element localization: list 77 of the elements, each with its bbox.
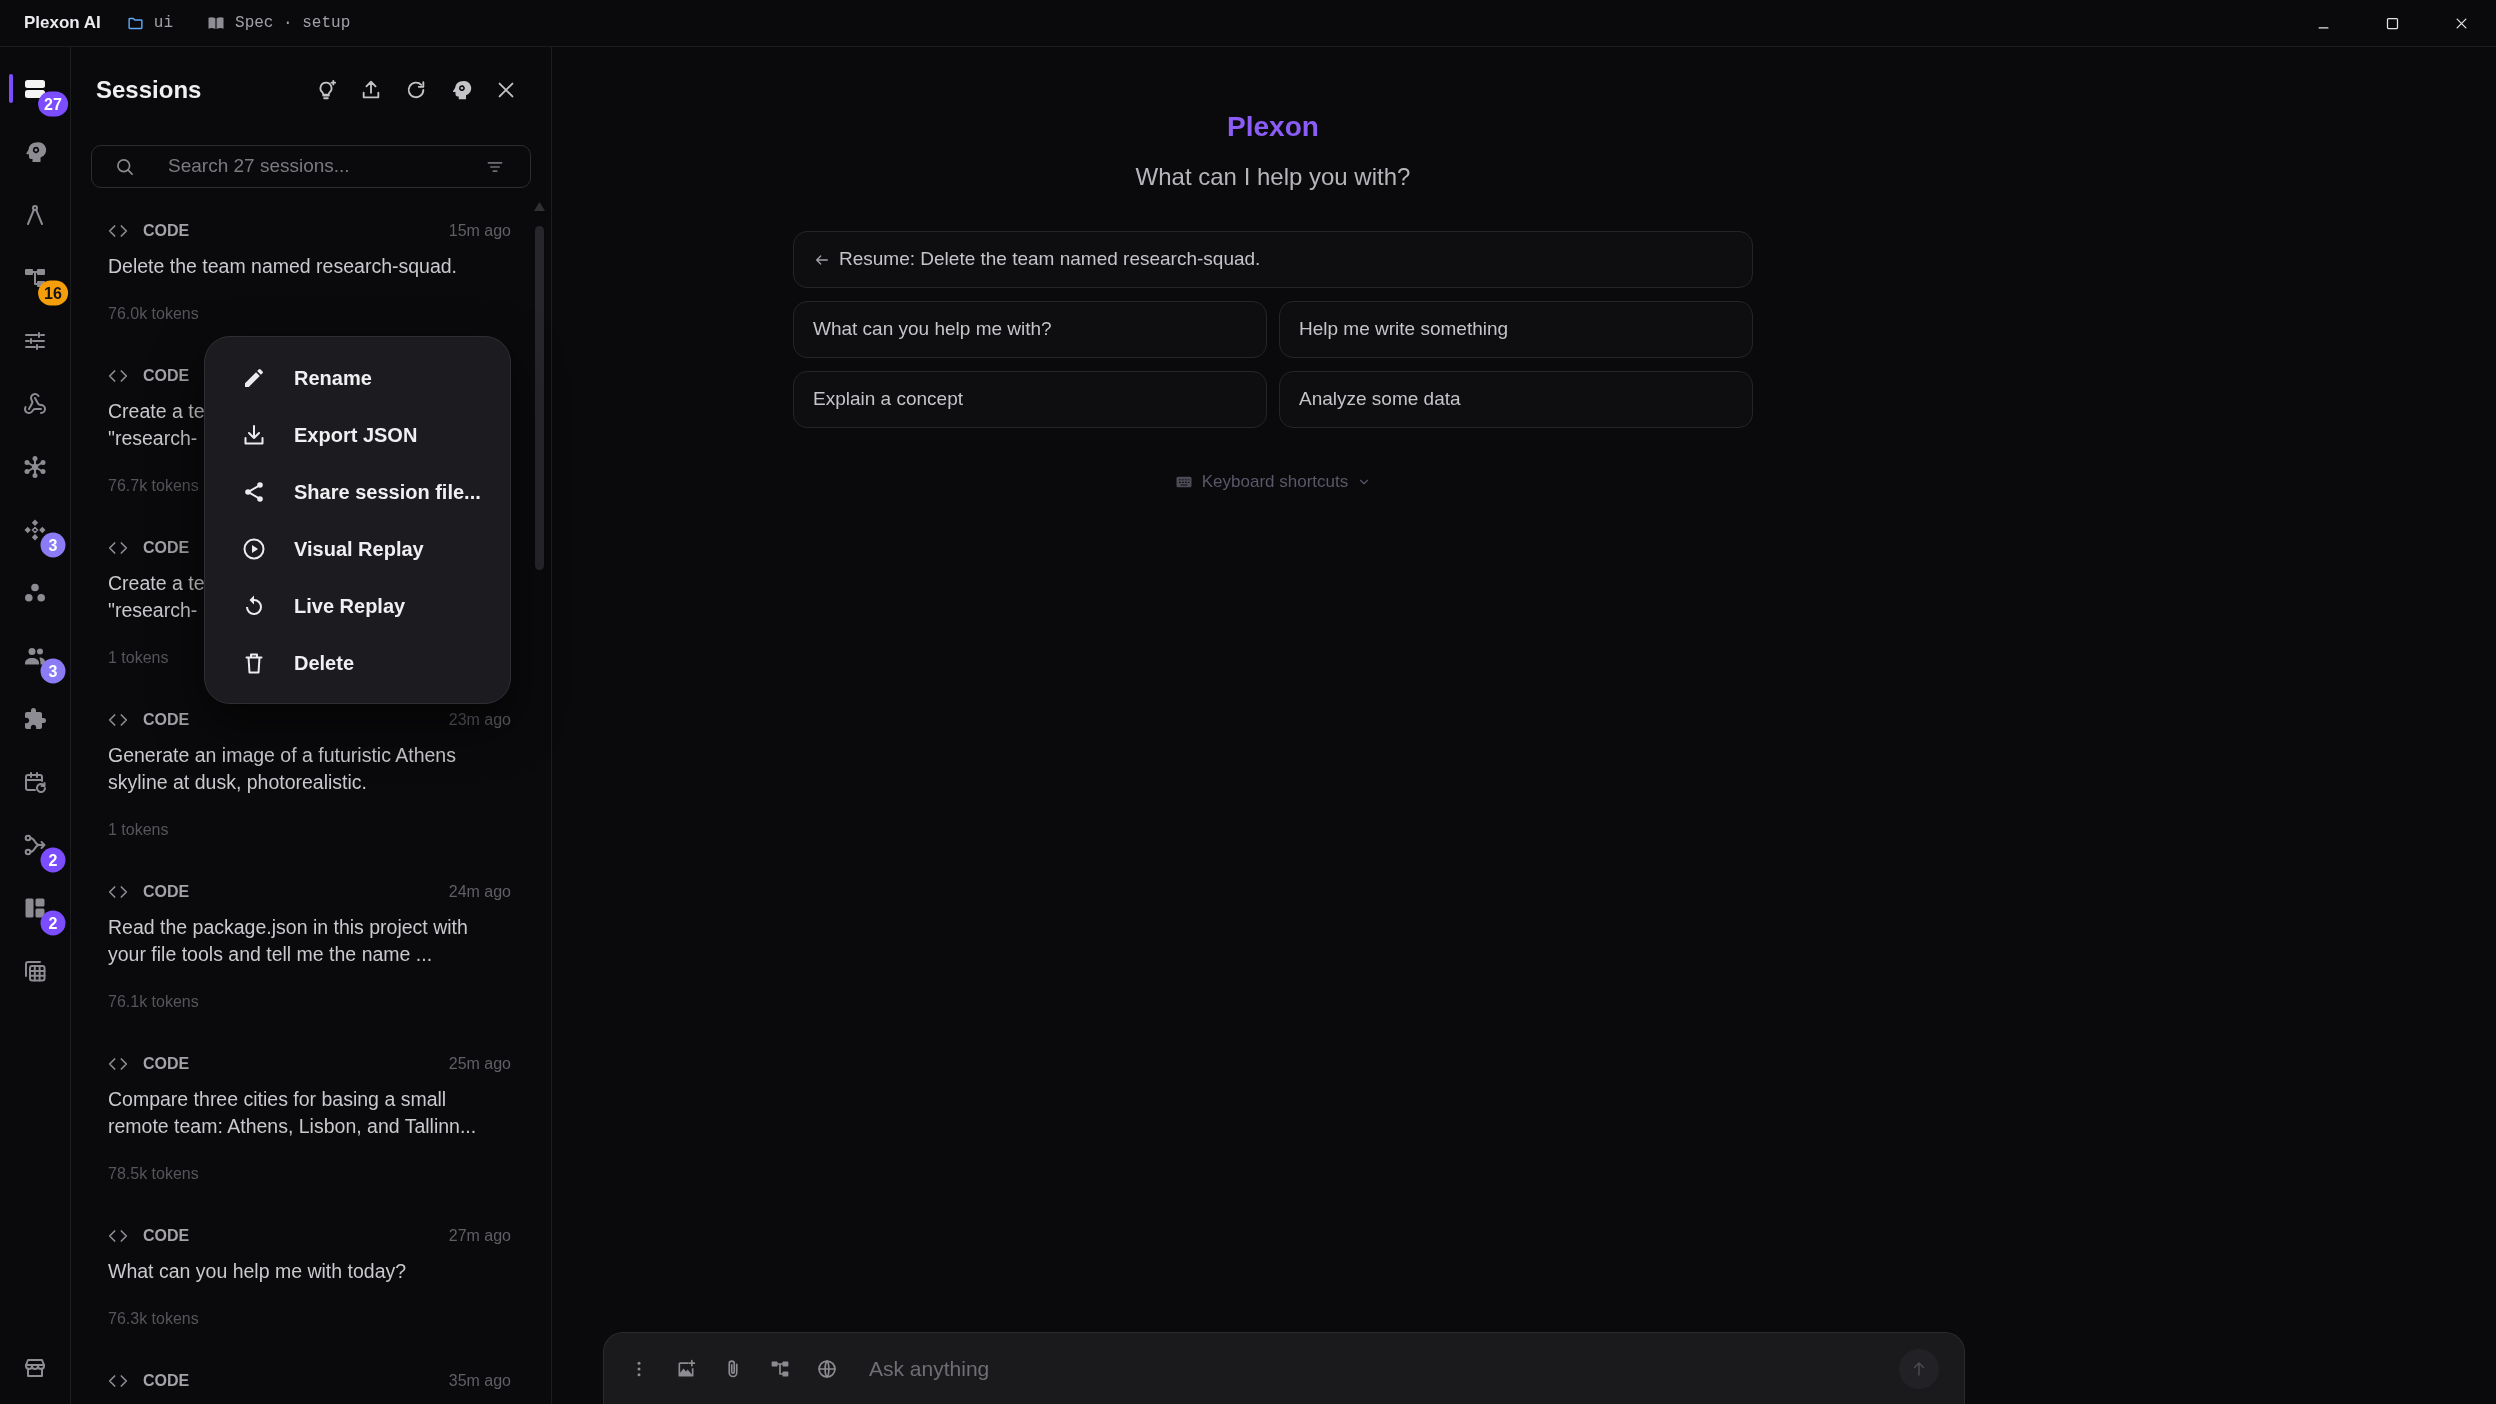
- table-icon[interactable]: [23, 958, 47, 983]
- play-circle-icon: [242, 536, 266, 561]
- open-book-icon: [207, 14, 226, 32]
- token-count: 76.3k tokens: [108, 1309, 199, 1329]
- token-count: 1 tokens: [108, 820, 169, 840]
- session-type-label: CODE: [143, 710, 190, 730]
- session-title[interactable]: Create a te: [108, 398, 205, 425]
- share-icon: [242, 479, 266, 504]
- session-title[interactable]: What can you help me with today?: [108, 1258, 511, 1285]
- globe-icon[interactable]: [817, 1358, 837, 1379]
- session-type-label: CODE: [143, 366, 190, 386]
- count-badge: 3: [40, 532, 66, 558]
- suggestion-button[interactable]: Analyze some data: [1279, 371, 1753, 428]
- session-type-label: CODE: [143, 221, 190, 241]
- token-count: 76.1k tokens: [108, 992, 199, 1012]
- session-type-label: CODE: [143, 1371, 190, 1391]
- upload-icon[interactable]: [360, 79, 382, 101]
- count-badge: 2: [40, 910, 66, 936]
- message-composer[interactable]: Ask anything: [603, 1332, 1965, 1404]
- search-icon: [115, 156, 135, 177]
- menu-item[interactable]: Export JSON: [205, 406, 510, 463]
- session-title[interactable]: Create a te: [108, 570, 205, 597]
- session-type-label: CODE: [143, 538, 190, 558]
- head-profile-icon[interactable]: [23, 139, 47, 164]
- diamond-dots-icon[interactable]: [23, 517, 47, 542]
- menu-item[interactable]: Share session file...: [205, 463, 510, 520]
- menu-item[interactable]: Delete: [205, 634, 510, 691]
- session-type-label: CODE: [143, 1226, 190, 1246]
- greeting-subtitle: What can I help you with?: [1135, 162, 1411, 192]
- puzzle-icon[interactable]: [23, 706, 47, 731]
- count-badge: 16: [38, 280, 68, 306]
- session-title[interactable]: "research-: [108, 425, 198, 452]
- session-time: 23m ago: [448, 710, 511, 730]
- count-badge: 3: [40, 658, 66, 684]
- session-title[interactable]: Read the package.json in this project with your file tools and tell me the name ...: [108, 914, 511, 968]
- network-hub-icon[interactable]: [23, 454, 47, 479]
- menu-item[interactable]: Live Replay: [205, 577, 510, 634]
- panel-title: Sessions: [96, 75, 202, 105]
- token-count: 1 tokens: [108, 648, 169, 668]
- suggestion-button[interactable]: Explain a concept: [793, 371, 1267, 428]
- session-time: 15m ago: [448, 221, 511, 241]
- session-time: 25m ago: [448, 1054, 511, 1074]
- session-time: 35m ago: [448, 1371, 511, 1391]
- document-name: Spec · setup: [235, 13, 351, 34]
- download-tray-icon: [242, 422, 266, 447]
- session-title[interactable]: Delete the team named research-squad.: [108, 253, 511, 280]
- menu-item[interactable]: Visual Replay: [205, 520, 510, 577]
- token-count: 76.0k tokens: [108, 304, 199, 324]
- app-title: Plexon AI: [24, 12, 101, 35]
- suggestion-button[interactable]: What can you help me with?: [793, 301, 1267, 358]
- token-count: 76.7k tokens: [108, 476, 199, 496]
- head-profile-icon[interactable]: [450, 79, 472, 101]
- search-input[interactable]: Search 27 sessions...: [168, 152, 473, 181]
- session-title[interactable]: Compare three cities for basing a small remote team: Athens, Lisbon, and Tallinn...: [108, 1086, 511, 1140]
- session-title[interactable]: Generate an image of a futuristic Athens skyline at dusk, photorealistic.: [108, 742, 511, 796]
- count-badge: 27: [38, 91, 68, 117]
- token-count: 78.5k tokens: [108, 1164, 199, 1184]
- count-badge: 2: [40, 847, 66, 873]
- session-title[interactable]: "research-: [108, 597, 198, 624]
- maximize-icon[interactable]: [2385, 15, 2400, 31]
- message-input[interactable]: Ask anything: [869, 1352, 1883, 1385]
- calendar-refresh-icon[interactable]: [23, 769, 47, 794]
- search-field[interactable]: Search 27 sessions...: [91, 145, 531, 188]
- menu-item[interactable]: Rename: [205, 349, 510, 406]
- session-time: 24m ago: [448, 882, 511, 902]
- suggestion-button[interactable]: Help me write something: [1279, 301, 1753, 358]
- scrollbar-thumb[interactable]: [535, 226, 544, 570]
- session-time: 27m ago: [448, 1226, 511, 1246]
- brand-title: Plexon: [1227, 110, 1319, 144]
- branching-arrow-icon[interactable]: [23, 832, 47, 857]
- session-type-label: CODE: [143, 1054, 190, 1074]
- folder-name: ui: [153, 13, 174, 34]
- image-add-icon[interactable]: [676, 1358, 696, 1379]
- webhook-icon[interactable]: [23, 391, 47, 416]
- session-type-label: CODE: [143, 882, 190, 902]
- resume-button[interactable]: Resume: Delete the team named research-squad.: [793, 231, 1753, 288]
- refresh-icon[interactable]: [405, 79, 427, 101]
